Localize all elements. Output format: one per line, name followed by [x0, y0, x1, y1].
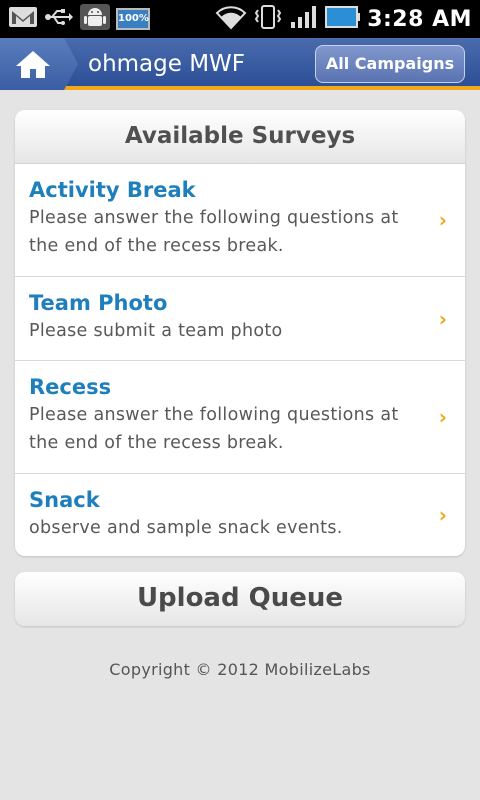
survey-title: Team Photo [29, 291, 168, 315]
notification-icons: 100% [8, 4, 150, 34]
battery-icon [325, 4, 361, 34]
vibrate-icon [253, 4, 283, 34]
chevron-right-icon: › [438, 503, 447, 527]
android-debug-icon [80, 4, 110, 34]
wifi-icon [215, 4, 247, 34]
survey-title: Activity Break [29, 178, 196, 202]
signal-icon [289, 4, 319, 34]
survey-description: Please submit a team photo [29, 321, 283, 341]
survey-description: Please answer the following questions at… [29, 405, 399, 453]
survey-item-activity-break[interactable]: Activity Break Please answer the followi… [15, 164, 465, 277]
available-surveys-header: Available Surveys [15, 110, 465, 164]
copyright-text: Copyright © 2012 MobilizeLabs [109, 660, 371, 679]
upload-queue-card: Upload Queue [15, 572, 465, 626]
survey-title: Recess [29, 375, 112, 399]
page-title: ohmage MWF [88, 51, 246, 77]
survey-description: observe and sample snack events. [29, 518, 343, 538]
home-icon [16, 51, 50, 78]
gmail-icon [8, 5, 38, 33]
survey-title: Snack [29, 488, 100, 512]
survey-item-team-photo[interactable]: Team Photo Please submit a team photo › [15, 277, 465, 361]
survey-item-recess[interactable]: Recess Please answer the following quest… [15, 361, 465, 474]
available-surveys-card: Available Surveys Activity Break Please … [15, 110, 465, 556]
upload-queue-button[interactable]: Upload Queue [15, 572, 465, 626]
survey-description: Please answer the following questions at… [29, 208, 399, 256]
chevron-right-icon: › [438, 405, 447, 429]
all-campaigns-button[interactable]: All Campaigns [315, 45, 465, 83]
system-icons: 3:28 AM [215, 3, 472, 35]
chevron-right-icon: › [438, 306, 447, 331]
usb-icon [44, 5, 74, 33]
survey-item-snack[interactable]: Snack observe and sample snack events. › [15, 474, 465, 556]
status-bar: 100% 3:28 AM [0, 0, 480, 38]
chevron-right-icon: › [438, 208, 447, 232]
title-bar: ohmage MWF All Campaigns [0, 38, 480, 90]
home-button[interactable] [0, 38, 78, 90]
battery-full-icon: 100% [116, 8, 150, 30]
clock: 3:28 AM [367, 6, 472, 32]
